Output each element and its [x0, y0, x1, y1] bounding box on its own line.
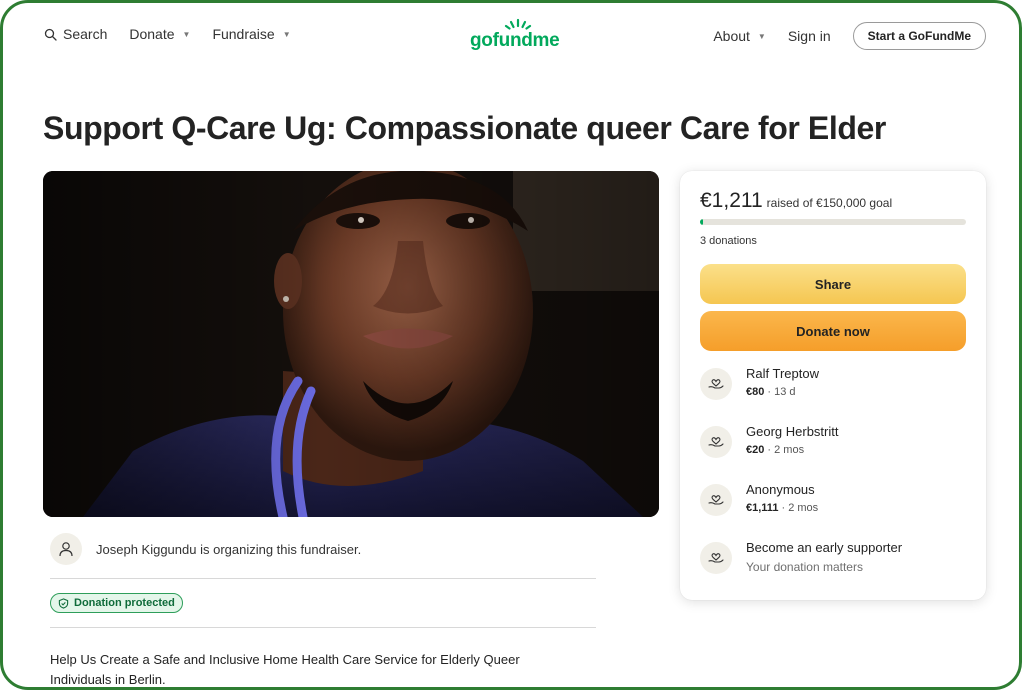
- organizer-text: Joseph Kiggundu is organizing this fundr…: [96, 541, 362, 557]
- donation-protected-badge[interactable]: Donation protected: [50, 593, 183, 613]
- shield-icon: [58, 597, 69, 609]
- search-icon: [44, 28, 57, 41]
- donations-count: 3 donations: [700, 235, 757, 247]
- donor-time: · 2 mos: [778, 502, 819, 514]
- chevron-down-icon: ▼: [182, 29, 191, 39]
- user-icon: [59, 542, 73, 557]
- about-menu-label: About: [713, 28, 750, 44]
- sign-in-label: Sign in: [787, 28, 831, 44]
- heart-hand-icon: [700, 484, 732, 516]
- sign-in-link[interactable]: Sign in: [788, 28, 831, 44]
- search-link[interactable]: Search: [44, 26, 107, 42]
- logo-text: gofundme: [470, 30, 560, 51]
- chevron-down-icon: ▼: [757, 31, 766, 41]
- donor-time: · 2 mos: [764, 444, 805, 456]
- donor-amount: €1,111: [746, 502, 779, 514]
- progress-fill: [700, 219, 703, 225]
- organizer-row[interactable]: Joseph Kiggundu is organizing this fundr…: [50, 533, 361, 565]
- start-gofundme-button[interactable]: Start a GoFundMe: [852, 22, 986, 50]
- donate-menu[interactable]: Donate ▼: [129, 26, 190, 42]
- top-nav: Search Donate ▼ Fundraise ▼ gofundme Abo…: [0, 0, 1022, 72]
- donor-name: Georg Herbstritt: [746, 424, 839, 439]
- fundraise-menu[interactable]: Fundraise ▼: [212, 26, 290, 42]
- heart-hand-icon: [700, 368, 732, 400]
- heart-hand-icon: [700, 426, 732, 458]
- donor-info: Anonymous €1,111 · 2 mos: [746, 482, 818, 514]
- donor-name: Ralf Treptow: [746, 366, 819, 381]
- raised-amount: €1,211: [700, 189, 763, 212]
- chevron-down-icon: ▼: [282, 29, 291, 39]
- donor-info: Georg Herbstritt €20 · 2 mos: [746, 424, 838, 456]
- avatar: [50, 533, 82, 565]
- divider: [50, 627, 596, 628]
- share-button[interactable]: Share: [700, 264, 966, 304]
- early-supporter-subtitle: Your donation matters: [746, 560, 863, 574]
- early-supporter-info: Become an early supporter Your donation …: [746, 540, 902, 574]
- logo-sun-icon: [504, 18, 532, 30]
- divider: [50, 578, 596, 579]
- donor-meta: €80 · 13 d: [746, 386, 819, 398]
- raised-summary: €1,211 raised of €150,000 goal: [700, 189, 892, 213]
- about-menu[interactable]: About ▼: [713, 28, 766, 44]
- search-label: Search: [63, 26, 108, 42]
- hero-image: [43, 171, 659, 517]
- donor-meta: €20 · 2 mos: [746, 444, 838, 456]
- donor-name: Anonymous: [746, 482, 815, 497]
- donor-amount: €80: [746, 386, 765, 398]
- story-text: Help Us Create a Safe and Inclusive Home…: [50, 652, 520, 687]
- donor-info: Ralf Treptow €80 · 13 d: [746, 366, 819, 398]
- donor-item: Anonymous €1,111 · 2 mos: [700, 482, 818, 516]
- nav-right: About ▼ Sign in Start a GoFundMe: [713, 22, 986, 50]
- gofundme-logo[interactable]: gofundme: [470, 18, 562, 52]
- page-title: Support Q-Care Ug: Compassionate queer C…: [43, 110, 886, 146]
- heart-hand-icon: [700, 542, 732, 574]
- donor-amount: €20: [746, 444, 765, 456]
- raised-goal: raised of €150,000 goal: [766, 196, 893, 210]
- donor-time: · 13 d: [764, 386, 796, 398]
- badge-label: Donation protected: [74, 597, 175, 609]
- donation-card: €1,211 raised of €150,000 goal 3 donatio…: [680, 171, 986, 600]
- early-supporter-title: Become an early supporter: [746, 540, 903, 555]
- donate-menu-label: Donate: [129, 26, 175, 42]
- donor-item: Ralf Treptow €80 · 13 d: [700, 366, 819, 400]
- nav-left: Search Donate ▼ Fundraise ▼: [44, 26, 291, 42]
- fundraise-menu-label: Fundraise: [212, 26, 275, 42]
- donor-item: Georg Herbstritt €20 · 2 mos: [700, 424, 838, 458]
- early-supporter-item[interactable]: Become an early supporter Your donation …: [700, 540, 902, 574]
- donor-meta: €1,111 · 2 mos: [746, 502, 818, 514]
- progress-bar: [700, 219, 966, 225]
- donate-now-button[interactable]: Donate now: [700, 311, 966, 351]
